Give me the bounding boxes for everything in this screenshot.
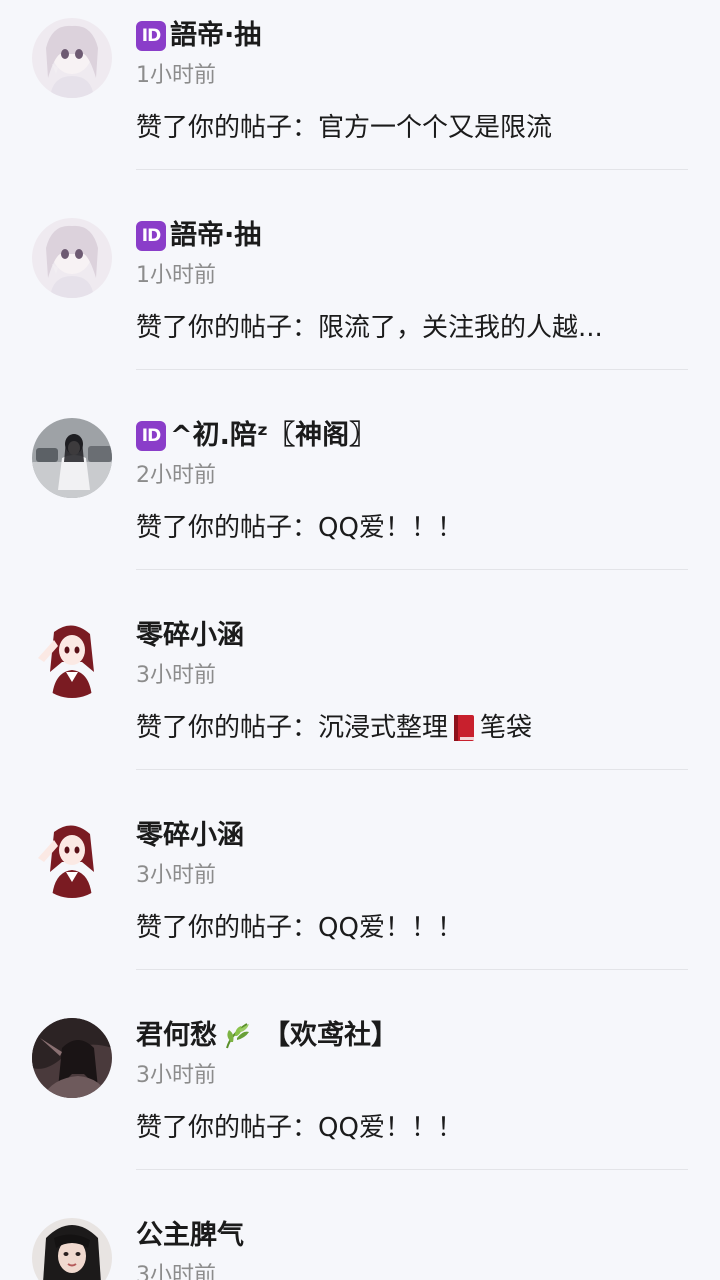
leaf-icon xyxy=(226,1023,249,1049)
divider xyxy=(136,969,688,970)
user-avatar[interactable] xyxy=(32,618,112,698)
user-name[interactable]: 零碎小涵 xyxy=(136,816,244,856)
notification-text[interactable]: 赞了你的帖子： 限流了，关注我的人越... xyxy=(136,308,603,348)
divider xyxy=(136,1169,688,1170)
red-book-icon xyxy=(454,715,475,741)
timestamp: 3小时前 xyxy=(136,1263,216,1280)
user-avatar[interactable] xyxy=(32,1218,112,1280)
user-name[interactable]: 公主脾气 xyxy=(136,1216,244,1256)
id-badge-icon: ID xyxy=(136,221,166,251)
timestamp: 3小时前 xyxy=(136,863,216,888)
timestamp: 3小时前 xyxy=(136,663,216,688)
notification-text[interactable]: 赞了你的帖子： QQ爱！！！ xyxy=(136,508,463,548)
divider xyxy=(136,769,688,770)
avatar-dark-art-icon xyxy=(32,1018,112,1098)
divider xyxy=(136,169,688,170)
notification-text[interactable]: 赞了你的帖子： 沉浸式整理 笔袋 xyxy=(136,708,532,748)
avatar-anime-girl-white-icon xyxy=(32,18,112,98)
post-title: 官方一个个又是限流 xyxy=(318,113,553,143)
user-name[interactable]: 君何愁 【欢鸢社】 xyxy=(136,1016,398,1056)
notification-item[interactable]: 君何愁 【欢鸢社】 3小时前 赞了你的帖子： QQ爱！！！ xyxy=(0,1000,720,1200)
id-badge-icon: ID xyxy=(136,21,166,51)
avatar-anime-girl-white-icon xyxy=(32,218,112,298)
timestamp: 1小时前 xyxy=(136,263,216,288)
user-name[interactable]: 零碎小涵 xyxy=(136,616,244,656)
divider xyxy=(136,569,688,570)
user-avatar[interactable] xyxy=(32,18,112,98)
post-title: QQ爱！！！ xyxy=(318,913,463,943)
post-title-suffix: 笔袋 xyxy=(480,713,533,743)
user-avatar[interactable] xyxy=(32,1018,112,1098)
user-avatar[interactable] xyxy=(32,818,112,898)
notification-text[interactable]: 赞了你的帖子： QQ爱！！！ xyxy=(136,908,463,948)
avatar-anime-girl-red-icon xyxy=(32,618,112,698)
post-title: 沉浸式整理 xyxy=(318,713,449,743)
post-title: 限流了，关注我的人越... xyxy=(318,313,603,343)
post-title: QQ爱！！！ xyxy=(318,1113,463,1143)
notification-text[interactable]: 赞了你的帖子： 官方一个个又是限流 xyxy=(136,108,552,148)
avatar-anime-girl-red-icon xyxy=(32,818,112,898)
notification-item[interactable]: 公主脾气 3小时前 xyxy=(0,1200,720,1280)
user-avatar[interactable] xyxy=(32,418,112,498)
user-name[interactable]: ID 語帝·抽 xyxy=(136,216,261,256)
notification-text[interactable]: 赞了你的帖子： QQ爱！！！ xyxy=(136,1108,463,1148)
divider xyxy=(136,369,688,370)
post-title: QQ爱！！！ xyxy=(318,513,463,543)
notification-item[interactable]: 零碎小涵 3小时前 赞了你的帖子： QQ爱！！！ xyxy=(0,800,720,1000)
notification-item[interactable]: 零碎小涵 3小时前 赞了你的帖子： 沉浸式整理 笔袋 xyxy=(0,600,720,800)
notification-item[interactable]: ID ^初.陪ᶻ〖神阁〗 2小时前 赞了你的帖子： QQ爱！！！ xyxy=(0,400,720,600)
user-avatar[interactable] xyxy=(32,218,112,298)
notification-item[interactable]: ID 語帝·抽 1小时前 赞了你的帖子： 限流了，关注我的人越... xyxy=(0,200,720,400)
notification-item[interactable]: ID 語帝·抽 1小时前 赞了你的帖子： 官方一个个又是限流 xyxy=(0,0,720,200)
timestamp: 2小时前 xyxy=(136,463,216,488)
user-name[interactable]: ID 語帝·抽 xyxy=(136,16,261,56)
id-badge-icon: ID xyxy=(136,421,166,451)
user-name[interactable]: ID ^初.陪ᶻ〖神阁〗 xyxy=(136,416,376,456)
avatar-girl-photo-street-icon xyxy=(32,418,112,498)
like-notification-list: ID 語帝·抽 1小时前 赞了你的帖子： 官方一个个又是限流 ID 語帝·抽 1小… xyxy=(0,0,720,1280)
avatar-girl-photo-dark-icon xyxy=(32,1218,112,1280)
timestamp: 3小时前 xyxy=(136,1063,216,1088)
timestamp: 1小时前 xyxy=(136,63,216,88)
